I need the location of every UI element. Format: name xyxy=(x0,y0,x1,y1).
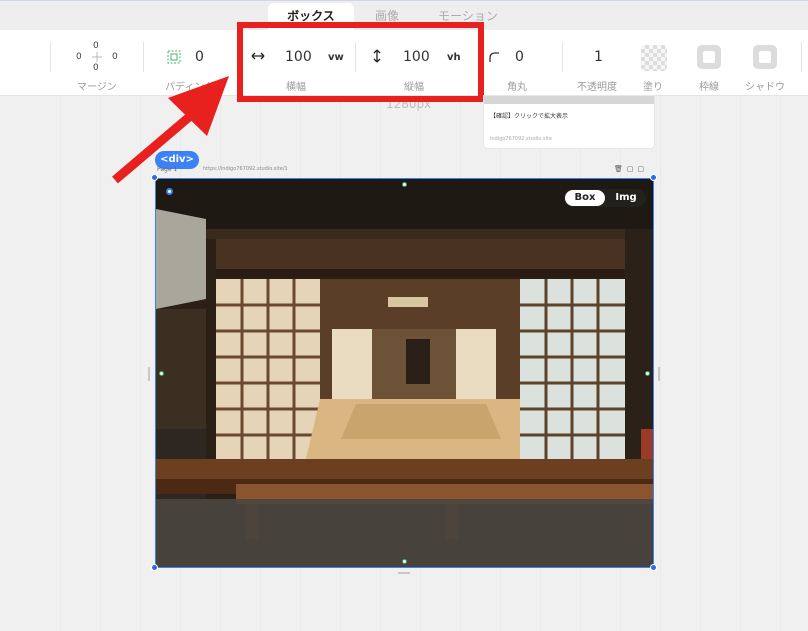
annotation-arrow xyxy=(112,76,229,184)
